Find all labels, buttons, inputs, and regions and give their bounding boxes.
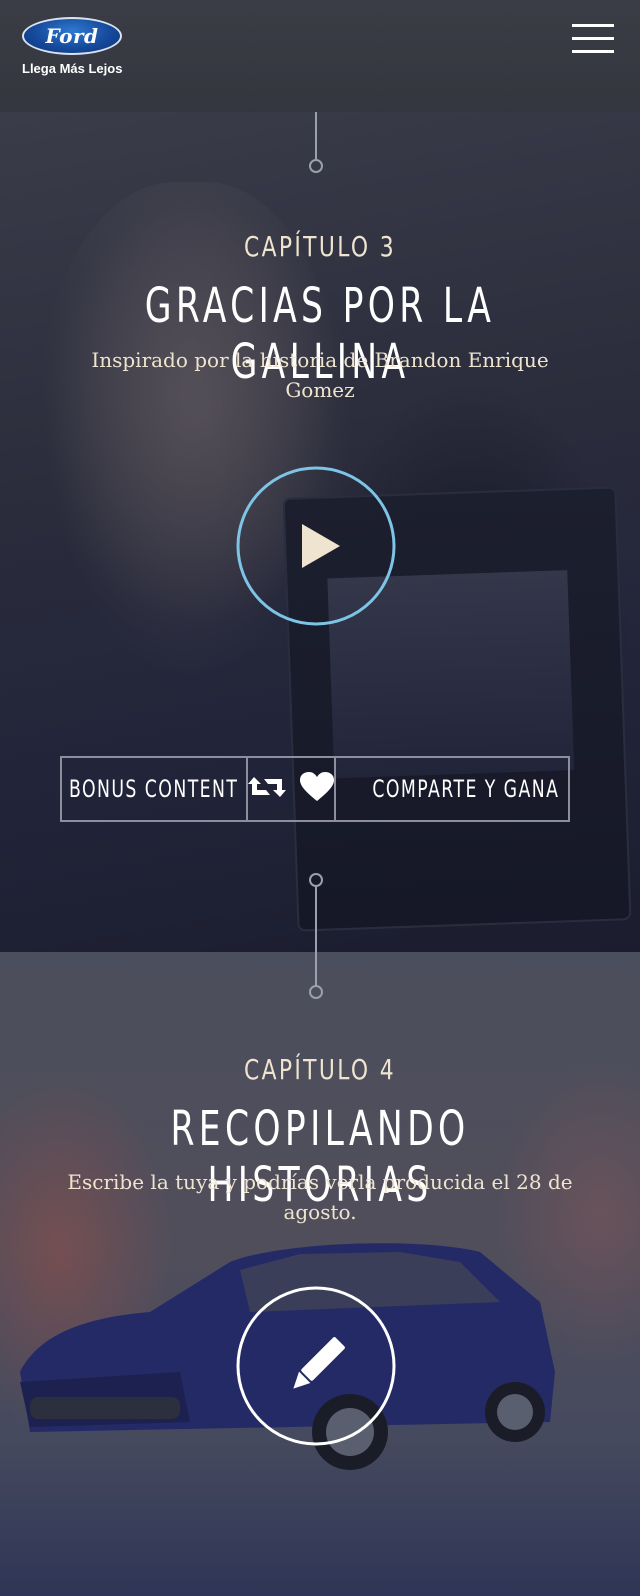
timeline-dot xyxy=(309,985,323,999)
chapter-4-section: CAPÍTULO 4 RECOPILANDO HISTORIAS Escribe… xyxy=(0,952,640,1596)
pencil-icon xyxy=(236,1286,396,1446)
share-and-win-label: COMPARTE Y GANA xyxy=(372,775,560,803)
share-and-win-button[interactable]: COMPARTE Y GANA xyxy=(336,758,596,820)
chapter-label: CAPÍTULO 4 xyxy=(244,1053,396,1086)
timeline-dot xyxy=(309,159,323,173)
play-icon xyxy=(236,466,396,626)
hamburger-icon-bar xyxy=(572,37,614,40)
logo-text: Ford xyxy=(45,24,99,48)
chapter-label: CAPÍTULO 3 xyxy=(244,230,396,263)
site-header: Ford Llega Más Lejos xyxy=(0,0,640,112)
ford-logo[interactable]: Ford xyxy=(22,17,122,55)
play-button[interactable] xyxy=(236,466,396,626)
brand-tagline: Llega Más Lejos xyxy=(22,61,123,76)
chapter-actions: BONUS CONTENT COMPARTE Y GANA xyxy=(60,756,570,822)
bonus-content-label: BONUS CONTENT xyxy=(69,775,239,803)
heart-icon[interactable] xyxy=(300,772,334,806)
chapter-subtitle: Escribe la tuya y podrías verla producid… xyxy=(67,1170,573,1224)
retweet-icon[interactable] xyxy=(248,773,286,805)
chapter-subtitle: Inspirado por la historia de Brandon Enr… xyxy=(91,348,549,402)
hamburger-icon xyxy=(572,24,614,27)
social-buttons xyxy=(248,758,336,820)
hamburger-icon-bar xyxy=(572,50,614,53)
menu-button[interactable] xyxy=(572,24,614,54)
bonus-content-button[interactable]: BONUS CONTENT xyxy=(62,758,248,820)
write-story-button[interactable] xyxy=(236,1286,396,1446)
timeline-line xyxy=(315,885,317,987)
chapter-3-section: CAPÍTULO 3 GRACIAS POR LA GALLINA Inspir… xyxy=(0,112,640,952)
